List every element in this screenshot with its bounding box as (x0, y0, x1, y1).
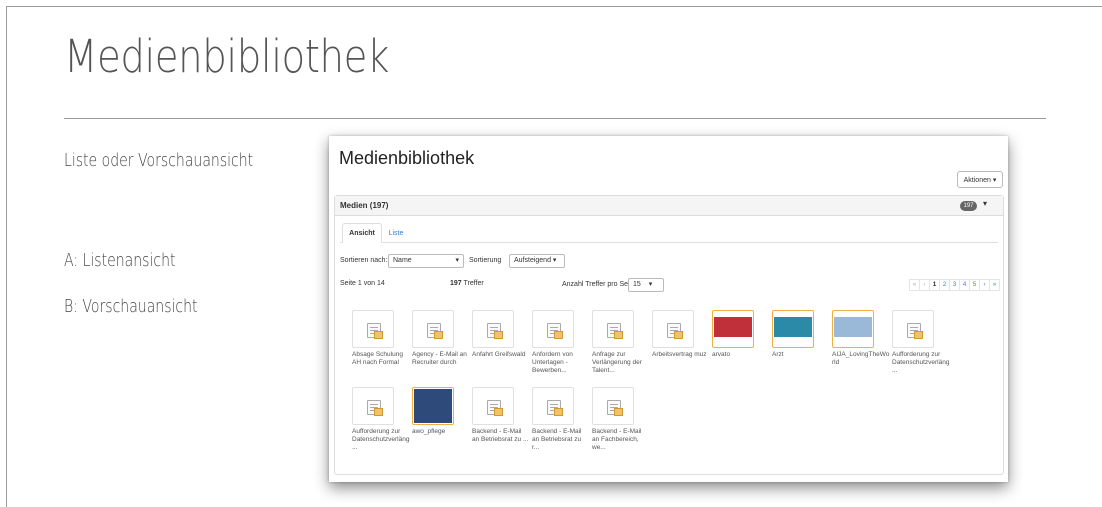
tab-liste[interactable]: Liste (384, 223, 408, 243)
media-thumbnail[interactable] (472, 387, 514, 425)
media-thumbnail[interactable] (472, 310, 514, 348)
document-icon (907, 323, 923, 339)
media-label: Arzt (772, 351, 784, 358)
media-tile[interactable]: arvato (712, 310, 767, 359)
media-label: Aufforderung zur Datenschutzverläng... (352, 428, 410, 451)
media-label: Absage Schulung AH nach Formal (352, 351, 403, 366)
hits-number: 197 (450, 280, 462, 287)
media-label: awo_pflege (412, 428, 446, 435)
media-thumbnail[interactable] (592, 387, 634, 425)
bullet-preview-view: B: Vorschauansicht (64, 296, 198, 317)
media-thumbnail[interactable] (892, 310, 934, 348)
media-tile[interactable]: Backend - E-Mail an Betriebsrat zu r... (532, 387, 587, 452)
panel-title: Medien (197) (340, 201, 389, 210)
pagination: «‹ 1 2 3 4 5 ›» (909, 279, 1000, 291)
document-icon (367, 323, 383, 339)
document-icon (607, 400, 623, 416)
media-thumbnail[interactable] (832, 310, 874, 348)
sort-by-select[interactable]: Name ▾ (388, 254, 464, 268)
sort-order-button[interactable]: Aufsteigend ▾ (509, 254, 565, 268)
media-tile[interactable]: Arbeitsvertrag muz (652, 310, 707, 359)
media-thumbnail[interactable] (652, 310, 694, 348)
media-tile[interactable]: Aufforderung zur Datenschutzverläng... (892, 310, 950, 375)
sort-by-value: Name (393, 257, 412, 264)
image-preview (774, 317, 812, 337)
media-thumbnail[interactable] (772, 310, 814, 348)
media-label: Backend - E-Mail an Betriebsrat zu ... (472, 428, 529, 443)
actions-button[interactable]: Aktionen ▾ (957, 171, 1003, 188)
app-title: Medienbibliothek (339, 148, 475, 168)
media-thumbnail[interactable] (352, 387, 394, 425)
chevron-down-icon[interactable]: ▾ (983, 199, 987, 208)
view-tabs: Ansicht Liste (340, 223, 998, 243)
page-link[interactable]: » (989, 279, 1000, 291)
bullet-list-or-preview: Liste oder Vorschauansicht (64, 150, 254, 171)
document-icon (607, 323, 623, 339)
sort-order-label: Sortierung (469, 257, 502, 264)
image-preview (414, 389, 452, 423)
media-tile[interactable]: Backend - E-Mail an Fachbereich, we... (592, 387, 647, 452)
per-page-value: 15 (633, 281, 641, 288)
count-badge: 197 (960, 201, 977, 211)
page-info: Seite 1 von 14 (340, 280, 385, 287)
media-library-screenshot: Medienbibliothek Aktionen ▾ Medien (197)… (329, 136, 1008, 482)
document-icon (667, 323, 683, 339)
media-tile[interactable]: Anfordern von Unterlagen - Bewerben... (532, 310, 587, 375)
bullet-list-view: A: Listenansicht (64, 250, 176, 271)
media-label: Backend - E-Mail an Fachbereich, we... (592, 428, 642, 451)
media-tile[interactable]: AIJA_LovingTheWorld (832, 310, 890, 367)
media-tile[interactable]: Agency - E-Mail an Recruiter durch (412, 310, 467, 367)
media-thumbnail[interactable] (712, 310, 754, 348)
document-icon (547, 400, 563, 416)
document-icon (547, 323, 563, 339)
media-label: AIJA_LovingTheWorld (832, 351, 890, 366)
media-label: Backend - E-Mail an Betriebsrat zu r... (532, 428, 582, 451)
media-tile[interactable]: Anfrage zur Verlängerung der Talent... (592, 310, 647, 375)
media-label: Agency - E-Mail an Recruiter durch (412, 351, 467, 366)
media-tile[interactable]: Arzt (772, 310, 827, 359)
media-label: Aufforderung zur Datenschutzverläng... (892, 351, 950, 374)
sort-by-label: Sortieren nach: (340, 257, 388, 264)
media-tile[interactable]: Backend - E-Mail an Betriebsrat zu ... (472, 387, 529, 444)
panel-header: Medien (197) 197 ▾ (335, 196, 1003, 216)
document-icon (427, 323, 443, 339)
media-thumbnail[interactable] (532, 387, 574, 425)
chevron-down-icon: ▾ (648, 281, 653, 288)
hits-count: 197 Treffer (450, 280, 484, 287)
results-info-row: Seite 1 von 14 197 Treffer Anzahl Treffe… (340, 278, 1000, 292)
document-icon (487, 323, 503, 339)
image-preview (714, 317, 752, 337)
media-label: Anfrage zur Verlängerung der Talent... (592, 351, 642, 374)
media-tile[interactable]: Absage Schulung AH nach Formal (352, 310, 407, 367)
image-preview (834, 317, 872, 337)
chevron-down-icon: ▾ (455, 257, 459, 264)
media-panel: Medien (197) 197 ▾ Ansicht Liste Sortier… (334, 195, 1004, 475)
media-label: arvato (712, 351, 731, 358)
media-thumbnail[interactable] (412, 310, 454, 348)
media-label: Arbeitsvertrag muz (652, 351, 707, 358)
tab-ansicht[interactable]: Ansicht (342, 223, 382, 243)
media-label: Anfahrt Greifswald (472, 351, 526, 358)
media-thumbnail[interactable] (412, 387, 454, 425)
title-divider (64, 118, 1046, 119)
media-thumbnail[interactable] (532, 310, 574, 348)
document-icon (487, 400, 503, 416)
media-tile[interactable]: awo_pflege (412, 387, 467, 436)
per-page-label: Anzahl Treffer pro Seite (562, 281, 636, 288)
media-thumbnail[interactable] (592, 310, 634, 348)
media-thumbnail[interactable] (352, 310, 394, 348)
hits-suffix: Treffer (463, 280, 484, 287)
slide-title: Medienbibliothek (64, 30, 389, 83)
media-tile[interactable]: Aufforderung zur Datenschutzverläng... (352, 387, 410, 452)
media-label: Anfordern von Unterlagen - Bewerben... (532, 351, 573, 374)
per-page-select[interactable]: 15 ▾ (628, 278, 664, 292)
document-icon (367, 400, 383, 416)
media-tile[interactable]: Anfahrt Greifswald (472, 310, 527, 359)
